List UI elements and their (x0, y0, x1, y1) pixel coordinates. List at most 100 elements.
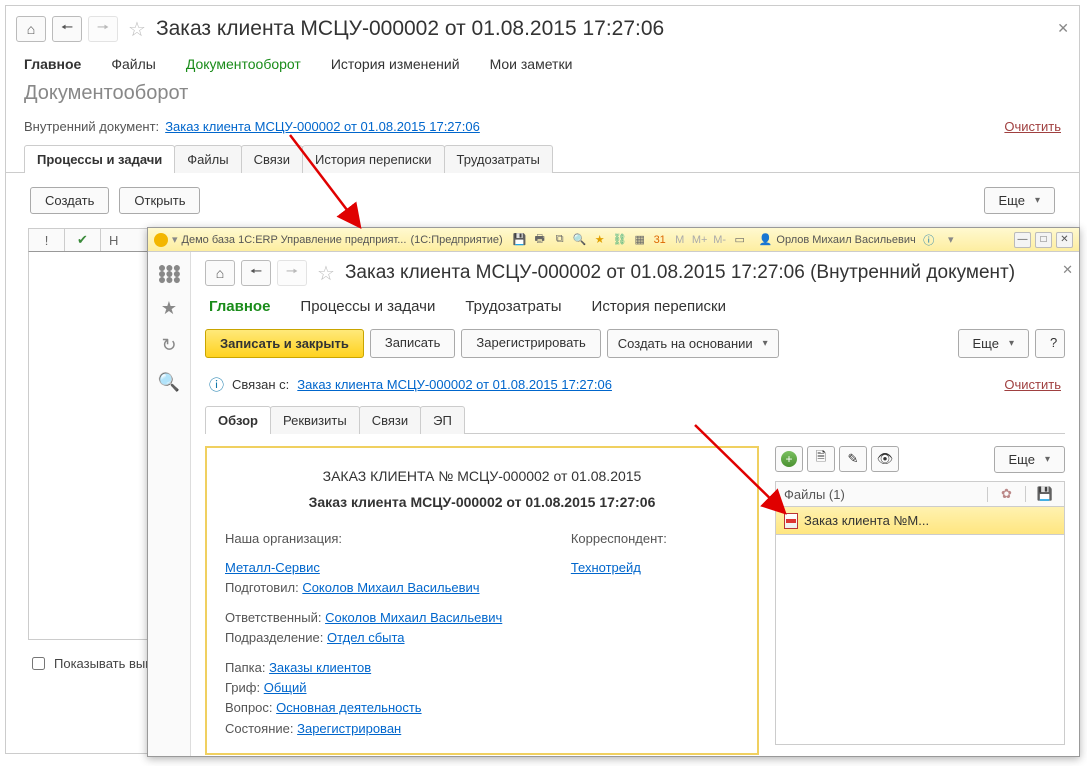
open-button[interactable]: Открыть (119, 187, 200, 214)
history-icon[interactable]: ↻ (161, 335, 176, 356)
inner-clear-link[interactable]: Очистить (1004, 377, 1061, 392)
pdf-icon (784, 513, 798, 529)
fav-icon[interactable]: ★ (161, 298, 177, 319)
inner-back-button[interactable]: 🠔 (241, 260, 271, 286)
new-file-button[interactable]: 🗎 (807, 446, 835, 472)
create-on-button[interactable]: Создать на основании (607, 329, 779, 358)
grif-link[interactable]: Общий (264, 680, 307, 695)
internal-doc-link[interactable]: Заказ клиента МСЦУ-000002 от 01.08.2015 … (165, 119, 480, 134)
tab3-ep[interactable]: ЭП (420, 406, 465, 434)
save-button[interactable]: Записать (370, 329, 456, 358)
show-done-label: Показывать выпо (54, 656, 160, 671)
files-col3-icon[interactable]: 💾 (1026, 486, 1064, 502)
search2-icon[interactable]: 🔍 (158, 372, 180, 393)
tab3-details[interactable]: Реквизиты (270, 406, 360, 434)
tab3-overview[interactable]: Обзор (205, 406, 271, 434)
resp-link[interactable]: Соколов Михаил Васильевич (325, 610, 502, 625)
minimize-button[interactable]: — (1014, 232, 1031, 248)
inner-close-icon[interactable]: ✕ (1062, 262, 1073, 278)
folder-label: Папка: (225, 660, 265, 675)
show-done-checkbox[interactable] (32, 657, 45, 670)
subtab-labor[interactable]: Трудозатраты (444, 145, 553, 173)
close-icon[interactable]: ✕ (1057, 20, 1069, 37)
inner-home-button[interactable]: ⌂ (205, 260, 235, 286)
titlebar[interactable]: ▾ Демо база 1С:ERP Управление предприят.… (148, 228, 1079, 252)
cal-icon[interactable]: 31 (651, 232, 669, 248)
create-button[interactable]: Создать (30, 187, 109, 214)
user-icon: 👤 (759, 233, 773, 246)
files-column-header[interactable]: Файлы (1) (776, 487, 988, 502)
maximize-button[interactable]: □ (1035, 232, 1052, 248)
files-col2-icon[interactable]: ✿ (988, 486, 1026, 502)
subtab-processes[interactable]: Процессы и задачи (24, 145, 175, 173)
register-button[interactable]: Зарегистрировать (461, 329, 600, 358)
panel-icon[interactable]: ▭ (731, 232, 749, 248)
inner-tab-processes[interactable]: Процессы и задачи (300, 298, 435, 315)
file-name: Заказ клиента №М... (804, 513, 929, 528)
forward-button[interactable]: 🠖 (88, 16, 118, 42)
star-icon[interactable]: ★ (591, 232, 609, 248)
view-file-button[interactable]: 👁 (871, 446, 899, 472)
inner-tab-corr[interactable]: История переписки (592, 298, 726, 315)
vopros-link[interactable]: Основная деятельность (276, 700, 421, 715)
doc-heading: ЗАКАЗ КЛИЕНТА № МСЦУ-000002 от 01.08.201… (225, 466, 739, 488)
files-more-button[interactable]: Еще (994, 446, 1065, 473)
dept-link[interactable]: Отдел сбыта (327, 630, 405, 645)
our-org-label: Наша организация: (225, 529, 531, 549)
save-icon[interactable]: 💾 (511, 232, 529, 248)
corr-label: Корреспондент: (571, 529, 739, 549)
back-button[interactable]: 🠔 (52, 16, 82, 42)
print-icon[interactable]: 🖶 (531, 232, 549, 248)
help-button[interactable]: ? (1035, 329, 1065, 358)
search-icon[interactable]: 🔍 (571, 232, 589, 248)
favorite-star-icon[interactable]: ☆ (128, 17, 146, 42)
dropdown-icon[interactable]: ▾ (172, 233, 178, 246)
compare-icon[interactable]: ⧉ (551, 232, 569, 248)
tab-main[interactable]: Главное (24, 56, 81, 72)
inner-more-button[interactable]: Еще (958, 329, 1029, 358)
state-label: Состояние: (225, 721, 293, 736)
prepared-link[interactable]: Соколов Михаил Васильевич (302, 580, 479, 595)
home-button[interactable]: ⌂ (16, 16, 46, 42)
main-tabs: Главное Файлы Документооборот История из… (6, 46, 1079, 78)
close-button[interactable]: ✕ (1056, 232, 1073, 248)
inner-forward-button[interactable]: 🠖 (277, 260, 307, 286)
edit-file-button[interactable]: ✎ (839, 446, 867, 472)
subtab-correspondence[interactable]: История переписки (302, 145, 445, 173)
tab-history[interactable]: История изменений (331, 56, 460, 72)
tab3-links[interactable]: Связи (359, 406, 421, 434)
mplus-icon[interactable]: M+ (691, 232, 709, 248)
files-empty-area[interactable] (775, 535, 1065, 745)
save-close-button[interactable]: Записать и закрыть (205, 329, 364, 358)
corr-link[interactable]: Технотрейд (571, 560, 641, 575)
inner-star-icon[interactable]: ☆ (317, 261, 335, 286)
inner-tab-labor[interactable]: Трудозатраты (465, 298, 561, 315)
prepared-label: Подготовил: (225, 580, 299, 595)
info-icon[interactable]: ⓘ (920, 232, 938, 248)
link-icon[interactable]: ⛓ (611, 232, 629, 248)
tab-files[interactable]: Файлы (111, 56, 155, 72)
more-button[interactable]: Еще (984, 187, 1055, 214)
subtab-files[interactable]: Файлы (174, 145, 241, 173)
vopros-label: Вопрос: (225, 700, 273, 715)
tab-docflow[interactable]: Документооборот (186, 56, 301, 72)
internal-doc-label: Внутренний документ: (24, 119, 159, 134)
app-logo-icon (154, 233, 168, 247)
dropdown2-icon[interactable]: ▾ (942, 232, 960, 248)
grif-label: Гриф: (225, 680, 260, 695)
inner-tab-main[interactable]: Главное (209, 298, 270, 315)
apps-icon[interactable]: ●●●●●●●●● (158, 264, 180, 282)
clear-link[interactable]: Очистить (1004, 119, 1061, 134)
add-file-button[interactable]: + (775, 446, 803, 472)
state-link[interactable]: Зарегистрирован (297, 721, 401, 736)
tab-notes[interactable]: Мои заметки (490, 56, 573, 72)
our-org-link[interactable]: Металл-Сервис (225, 560, 320, 575)
mminus-icon[interactable]: M- (711, 232, 729, 248)
m-icon[interactable]: M (671, 232, 689, 248)
file-row[interactable]: Заказ клиента №М... (775, 507, 1065, 535)
document-overview: ЗАКАЗ КЛИЕНТА № МСЦУ-000002 от 01.08.201… (205, 446, 759, 755)
calc-icon[interactable]: ▦ (631, 232, 649, 248)
linked-link[interactable]: Заказ клиента МСЦУ-000002 от 01.08.2015 … (297, 377, 612, 392)
folder-link[interactable]: Заказы клиентов (269, 660, 371, 675)
subtab-links[interactable]: Связи (241, 145, 303, 173)
